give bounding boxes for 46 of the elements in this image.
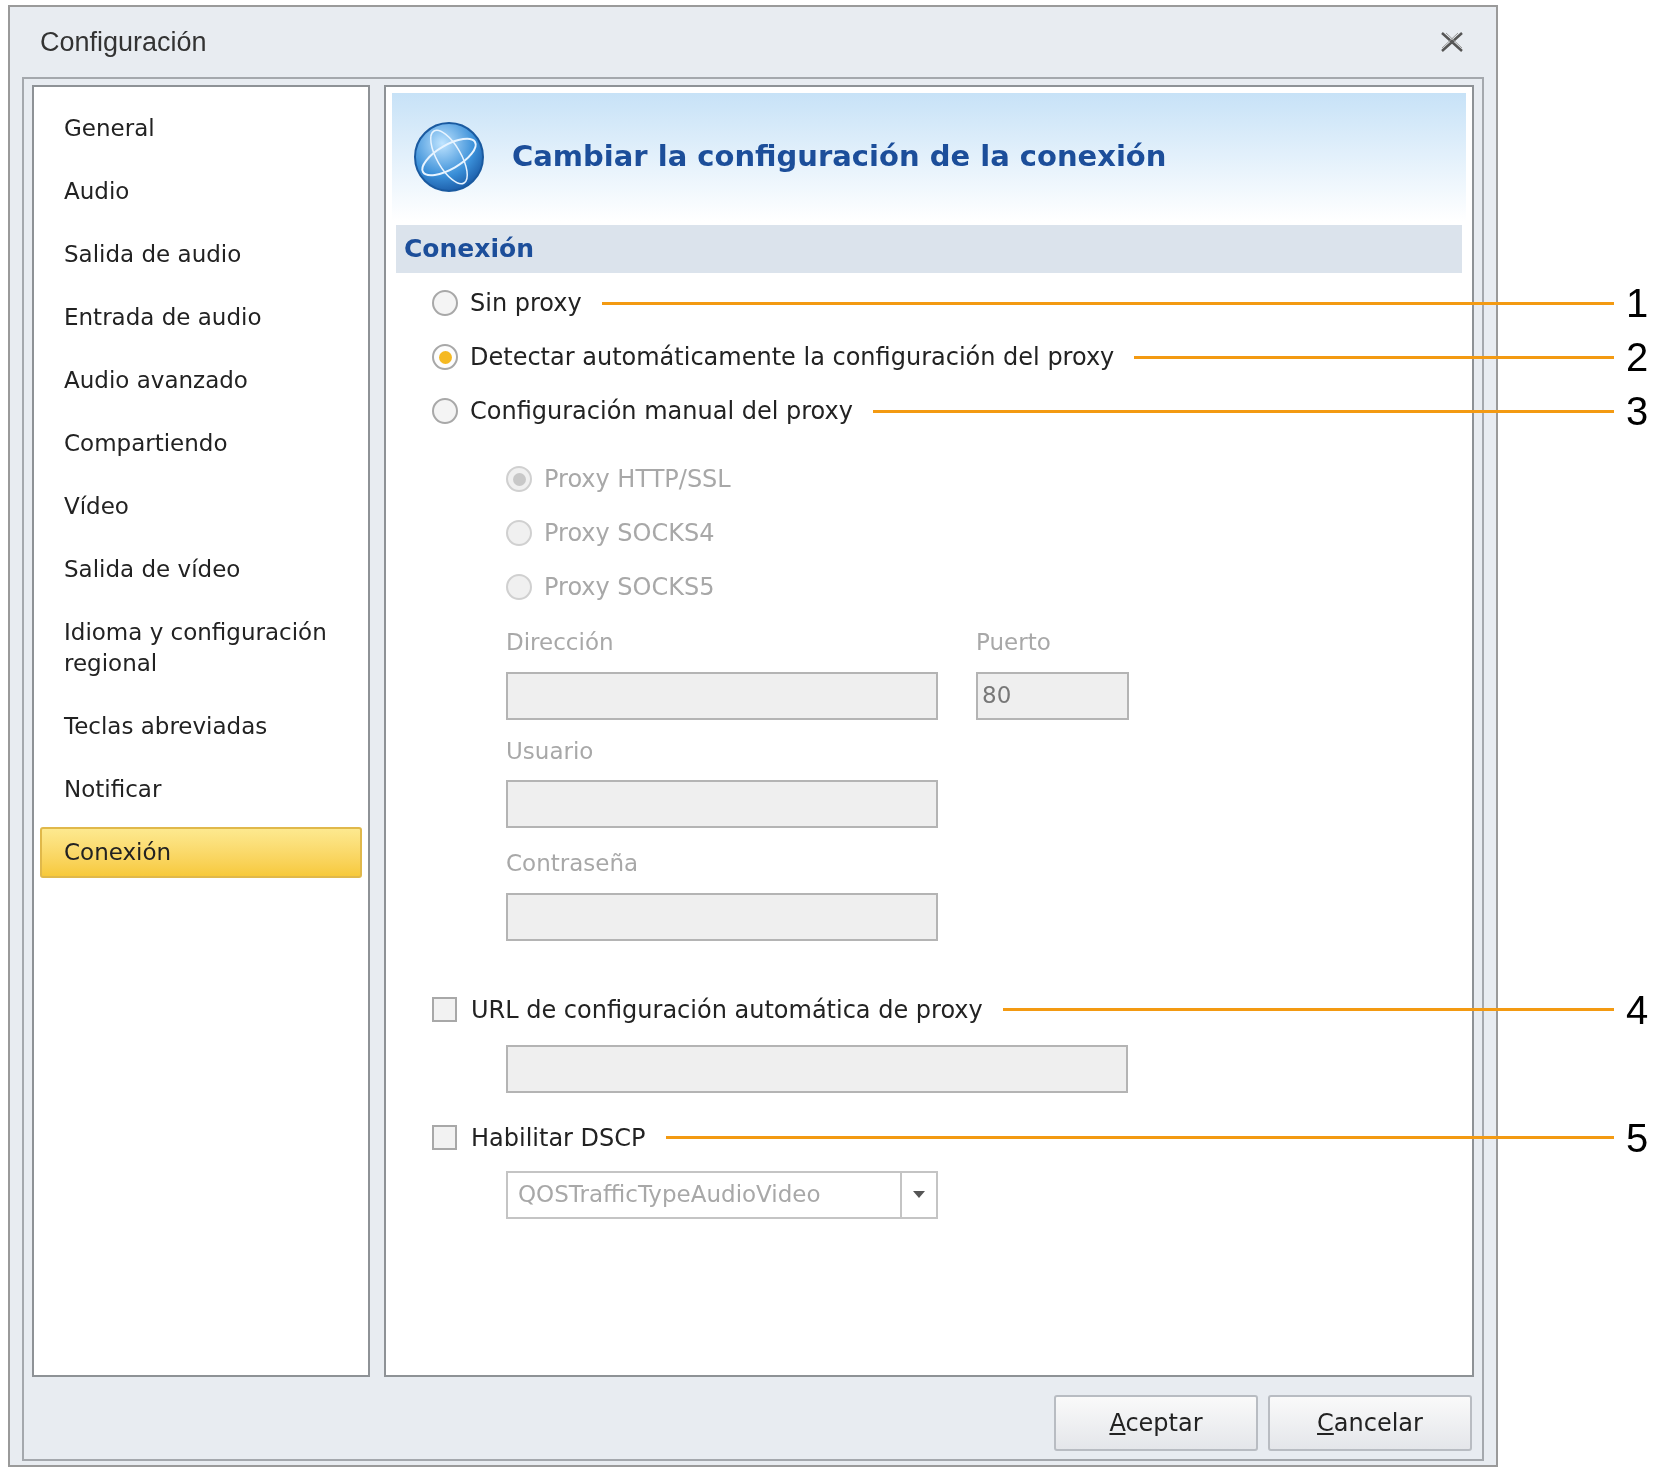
input-field[interactable]: 80 — [976, 671, 1129, 720]
field-label: Puerto — [976, 628, 1052, 657]
checkbox-label: Habilitar DSCP — [471, 1122, 646, 1154]
radio-button[interactable] — [432, 398, 458, 424]
radio-label: Sin proxy — [470, 288, 582, 319]
window-title: Configuración — [40, 25, 207, 59]
globe-icon — [412, 120, 486, 194]
dialog-button[interactable]: Aceptar — [1054, 1395, 1258, 1451]
radio-label: Proxy SOCKS4 — [544, 518, 715, 549]
radio-label: Proxy SOCKS5 — [544, 572, 715, 603]
section-header: Conexión — [396, 225, 1462, 273]
radio-button[interactable] — [432, 290, 458, 316]
callout-number: 4 — [1626, 989, 1650, 1030]
input-field[interactable] — [506, 671, 938, 720]
callout-number: 3 — [1626, 391, 1650, 431]
sidebar-item[interactable]: Compartiendo — [40, 418, 362, 469]
sidebar-item[interactable]: Vídeo — [40, 481, 362, 532]
sidebar-item[interactable]: Teclas abreviadas — [40, 701, 362, 752]
callout-number: 1 — [1626, 283, 1650, 323]
dialog-button[interactable]: Cancelar — [1268, 1395, 1472, 1451]
callout-number: 5 — [1626, 1117, 1650, 1158]
radio-button[interactable] — [432, 344, 458, 370]
sidebar-item[interactable]: Conexión — [40, 827, 362, 878]
checkbox[interactable] — [432, 997, 457, 1022]
input-field[interactable] — [506, 780, 938, 828]
sidebar-item[interactable]: Salida de audio — [40, 229, 362, 280]
header-title: Cambiar la configuración de la conexión — [512, 138, 1167, 176]
sidebar-item[interactable]: Audio — [40, 166, 362, 217]
sidebar-item[interactable]: Salida de vídeo — [40, 544, 362, 595]
sidebar-item[interactable]: Notificar — [40, 764, 362, 815]
field-label: Dirección — [506, 628, 615, 657]
checkbox-label: URL de configuración automática de proxy — [471, 994, 983, 1026]
sidebar-item[interactable]: Idioma y configuración regional — [40, 607, 362, 689]
field-label: Usuario — [506, 736, 595, 766]
sidebar-item[interactable]: Audio avanzado — [40, 355, 362, 406]
sidebar-item[interactable]: General — [40, 103, 362, 154]
radio-label: Proxy HTTP/SSL — [544, 464, 731, 495]
callout-number: 2 — [1626, 337, 1650, 377]
input-field[interactable] — [506, 892, 938, 941]
input-field[interactable] — [506, 1044, 1128, 1093]
checkbox[interactable] — [432, 1125, 457, 1150]
radio-label: Detectar automáticamente la configuración del proxy — [470, 342, 1115, 373]
sidebar-item[interactable]: Entrada de audio — [40, 292, 362, 343]
field-label: Contraseña — [506, 849, 640, 878]
caret-icon — [913, 1190, 925, 1199]
radio-label: Configuración manual del proxy — [470, 396, 853, 427]
